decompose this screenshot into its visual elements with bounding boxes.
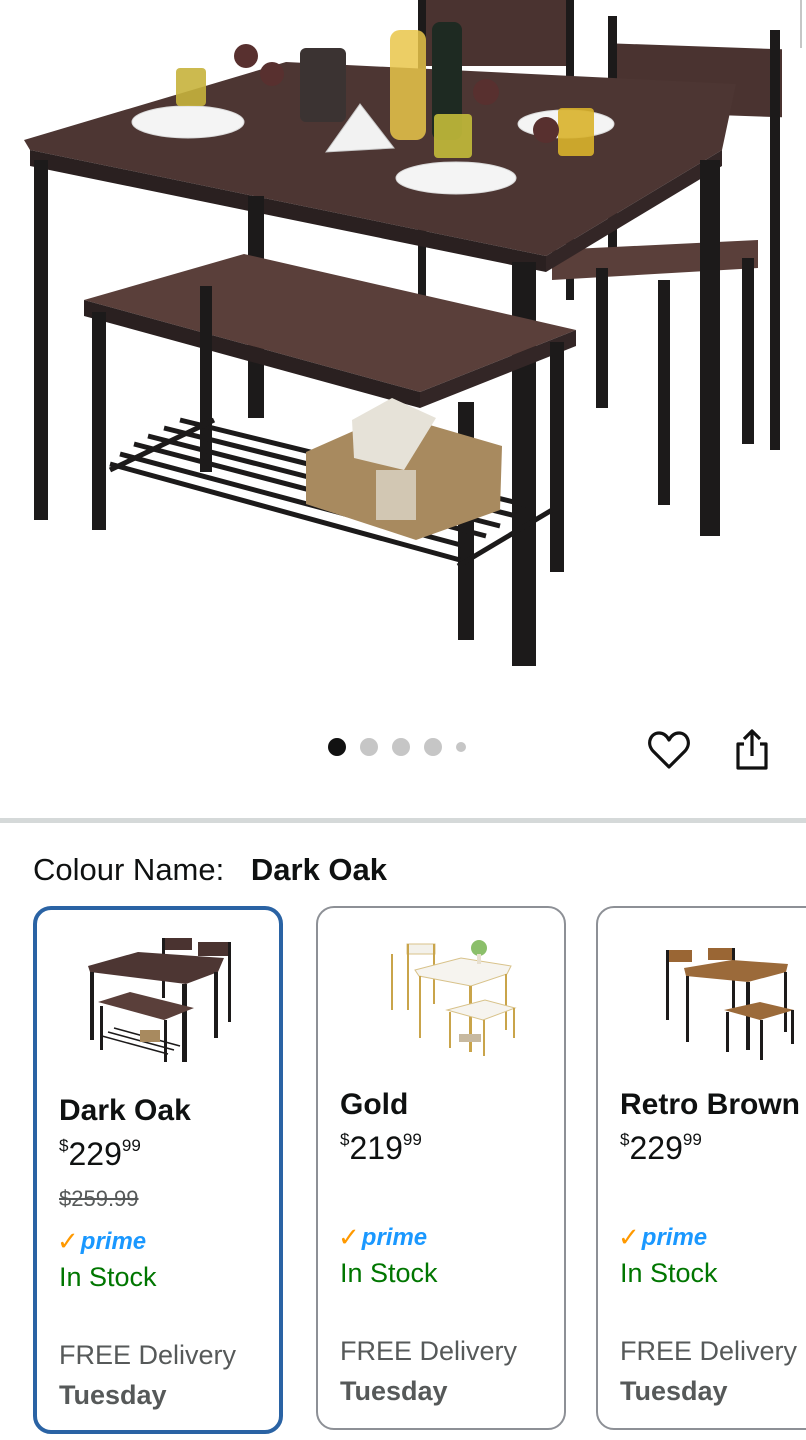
swatch-thumbnail	[598, 930, 806, 1080]
colour-swatch-list[interactable]: Dark Oak $22999 $259.99 ✓ prime In Stock …	[33, 906, 806, 1436]
prime-badge: ✓ prime	[618, 1222, 708, 1252]
image-carousel-dots[interactable]	[328, 738, 466, 756]
carousel-dot-3[interactable]	[392, 738, 410, 756]
carousel-dot-4[interactable]	[424, 738, 442, 756]
prime-check-icon: ✓	[57, 1226, 79, 1256]
swatch-delivery: FREE Delivery	[340, 1336, 518, 1366]
swatch-delivery: FREE Delivery	[620, 1336, 798, 1366]
swatch-price: $22999	[59, 1136, 141, 1172]
share-button[interactable]	[724, 722, 780, 778]
product-image[interactable]	[0, 0, 806, 700]
swatch-delivery-day: Tuesday	[340, 1376, 448, 1406]
colour-name-value: Dark Oak	[250, 852, 388, 887]
favorite-button[interactable]	[641, 722, 697, 778]
swatch-card-gold[interactable]: Gold $21999 ✓ prime In Stock FREE Deliver…	[316, 906, 566, 1430]
swatch-delivery-day: Tuesday	[59, 1380, 167, 1410]
swatch-was-price: $259.99	[59, 1186, 139, 1211]
prime-check-icon: ✓	[338, 1222, 360, 1252]
prime-badge: ✓ prime	[57, 1226, 147, 1256]
section-divider	[0, 818, 806, 823]
heart-icon	[648, 731, 690, 769]
scroll-indicator	[796, 0, 806, 50]
share-icon	[736, 729, 768, 770]
swatch-price: $22999	[620, 1130, 702, 1166]
carousel-dot-5[interactable]	[456, 742, 466, 752]
swatch-delivery: FREE Delivery	[59, 1340, 237, 1370]
prime-check-icon: ✓	[618, 1222, 640, 1252]
swatch-name: Dark Oak	[59, 1094, 191, 1127]
swatch-card-retro-brown[interactable]: Retro Brown $22999 ✓ prime In Stock FREE …	[596, 906, 806, 1430]
swatch-thumbnail	[318, 930, 564, 1080]
swatch-name: Gold	[340, 1088, 409, 1121]
swatch-price: $21999	[340, 1130, 422, 1166]
swatch-stock-status: In Stock	[620, 1258, 718, 1288]
prime-badge: ✓ prime	[338, 1222, 428, 1252]
swatch-stock-status: In Stock	[340, 1258, 438, 1288]
swatch-delivery-day: Tuesday	[620, 1376, 728, 1406]
carousel-dot-2[interactable]	[360, 738, 378, 756]
swatch-card-dark-oak[interactable]: Dark Oak $22999 $259.99 ✓ prime In Stock …	[33, 906, 283, 1434]
colour-name-row: Colour Name: Dark Oak	[33, 852, 387, 888]
swatch-thumbnail	[37, 932, 279, 1082]
carousel-dot-1[interactable]	[328, 738, 346, 756]
swatch-stock-status: In Stock	[59, 1262, 157, 1292]
colour-name-label: Colour Name:	[33, 852, 225, 887]
swatch-name: Retro Brown	[620, 1088, 800, 1121]
